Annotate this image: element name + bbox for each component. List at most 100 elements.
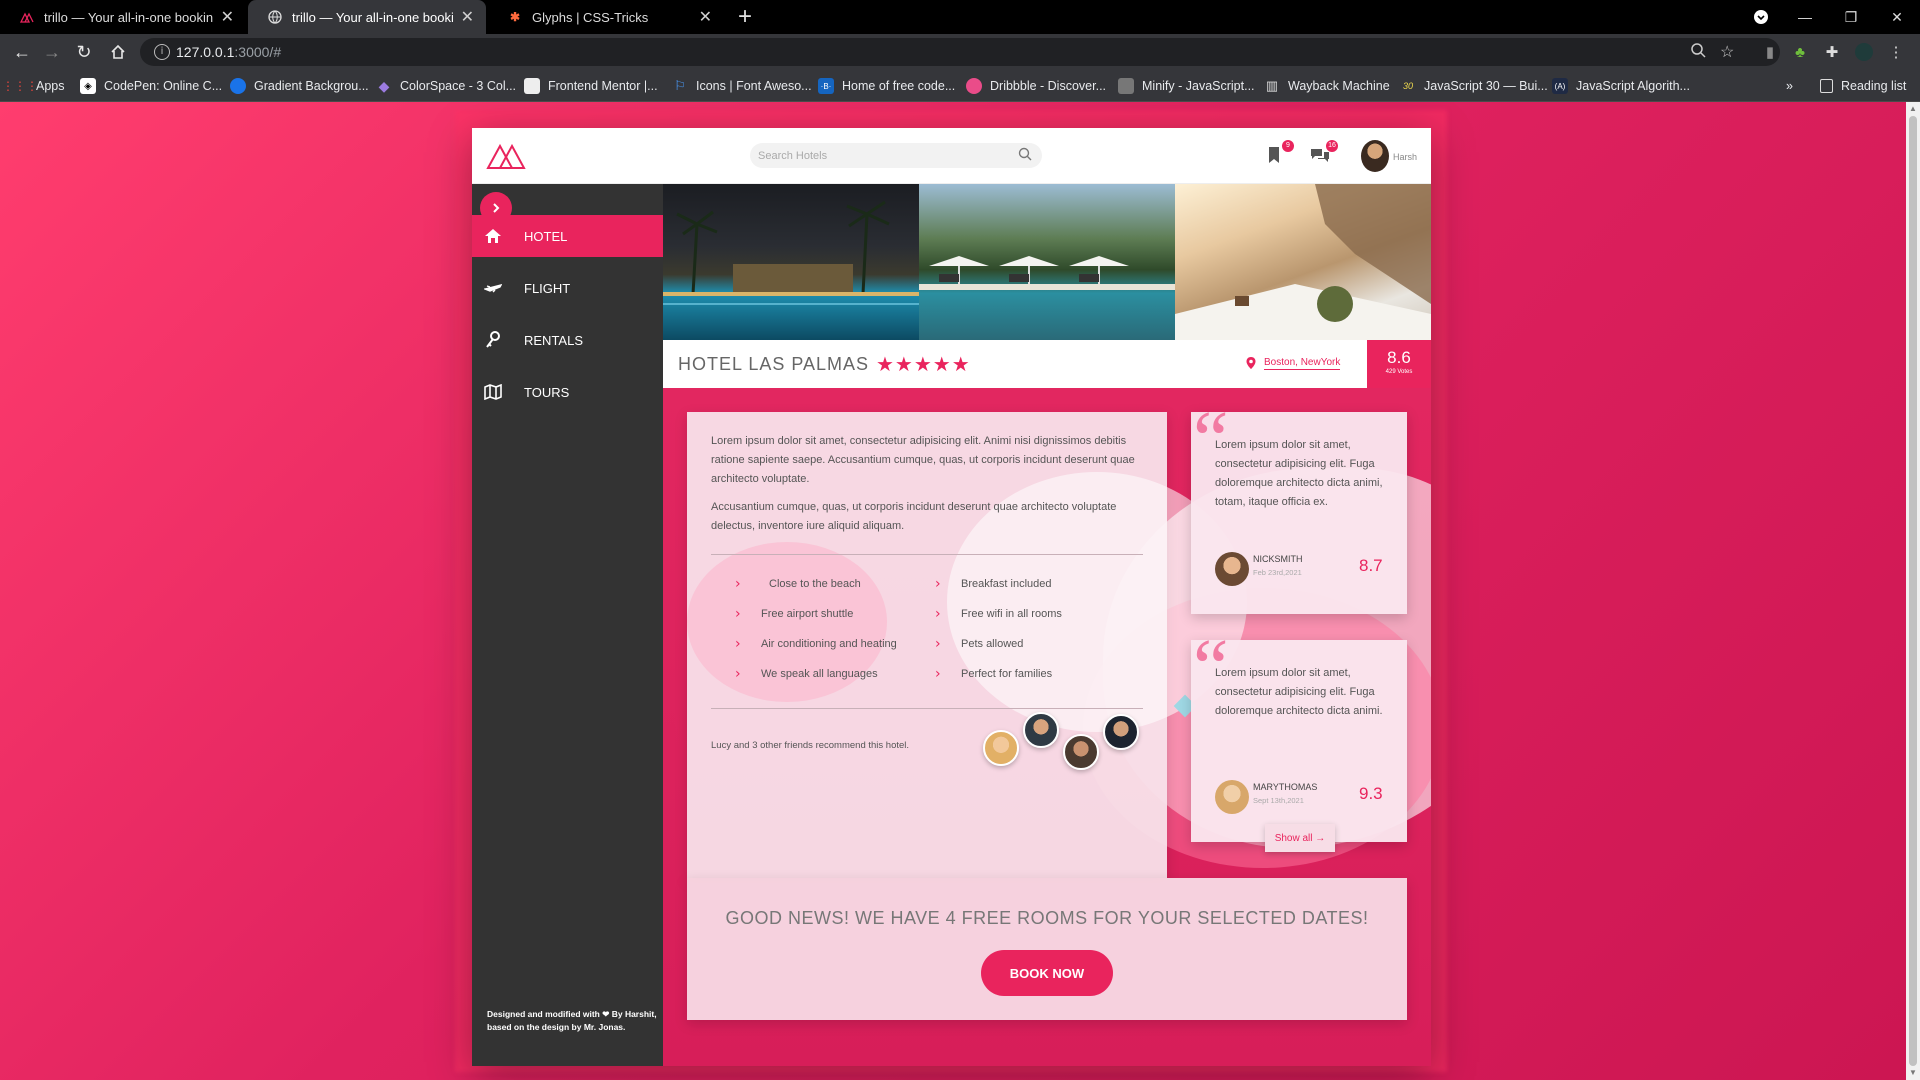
feature-item: › We speak all languages bbox=[735, 666, 878, 682]
book-now-button[interactable]: BOOK NOW bbox=[981, 950, 1113, 996]
back-button[interactable]: ← bbox=[10, 40, 34, 64]
hotel-location-link[interactable]: Boston, NewYork bbox=[1264, 357, 1341, 370]
feature-item: › Free wifi in all rooms bbox=[935, 606, 1062, 622]
sidebar-item-label: HOTEL bbox=[524, 228, 568, 244]
hotel-rating-box: 8.6 429 Votes bbox=[1367, 340, 1431, 388]
bookmark-frontend-mentor[interactable]: Frontend Mentor |... bbox=[524, 76, 658, 96]
sidebar-item-label: FLIGHT bbox=[524, 280, 571, 296]
bookmark-minify[interactable]: Minify - JavaScript... bbox=[1118, 76, 1255, 96]
star-rating: ★★★★★ bbox=[876, 354, 971, 376]
feature-item: › Perfect for families bbox=[935, 666, 1053, 682]
browser-tab[interactable]: trillo — Your all-in-one booking ✕ bbox=[0, 0, 246, 34]
scroll-down-icon[interactable]: ▼ bbox=[1909, 1068, 1917, 1077]
restore-button[interactable]: ❐ bbox=[1828, 0, 1874, 34]
chevron-right-icon: › bbox=[935, 666, 941, 682]
friend-avatar[interactable] bbox=[1103, 714, 1139, 750]
bookmark-dribbble[interactable]: Dribbble - Discover... bbox=[966, 76, 1106, 96]
extension-tree-icon[interactable]: ♣ bbox=[1790, 42, 1810, 62]
css-tricks-icon: ✱ bbox=[509, 10, 521, 24]
profile-download-icon[interactable] bbox=[1738, 0, 1784, 34]
more-bookmarks-icon[interactable]: » bbox=[1786, 76, 1793, 96]
divider bbox=[711, 708, 1143, 709]
bookmark-javascript30[interactable]: 30 JavaScript 30 — Bui... bbox=[1400, 76, 1548, 96]
omnibox[interactable]: i 127.0.0.1:3000/# ☆ bbox=[140, 38, 1780, 66]
bookmarks-bar: ⋮⋮⋮ Apps ◈ CodePen: Online C... Gradient B… bbox=[0, 70, 1920, 102]
hotel-gallery bbox=[663, 184, 1431, 340]
freecodecamp-icon: ·B· bbox=[818, 78, 834, 94]
gradient-icon bbox=[230, 78, 246, 94]
reload-button[interactable]: ↻ bbox=[72, 40, 96, 64]
plane-icon bbox=[484, 279, 502, 297]
reading-list-button[interactable]: Reading list bbox=[1820, 76, 1906, 96]
profile-avatar-icon[interactable] bbox=[1854, 42, 1874, 62]
bookmark-gradient[interactable]: Gradient Backgrou... bbox=[230, 76, 369, 96]
search-input[interactable] bbox=[758, 146, 1008, 165]
scroll-up-icon[interactable]: ▲ bbox=[1909, 104, 1917, 113]
bookmark-freecodecamp[interactable]: ·B· Home of free code... bbox=[818, 76, 955, 96]
friend-avatar[interactable] bbox=[1063, 734, 1099, 770]
chevron-right-icon: › bbox=[735, 606, 741, 622]
apps-grid-icon: ⋮⋮⋮ bbox=[2, 79, 38, 93]
js-algorithms-icon: (A) bbox=[1552, 78, 1568, 94]
address-bar-row: ← → ↻ i 127.0.0.1:3000/# ☆ ▮ ♣ ✚ ⋮ bbox=[0, 34, 1920, 70]
bookmark-wayback[interactable]: ▥ Wayback Machine bbox=[1264, 76, 1390, 96]
close-window-button[interactable]: ✕ bbox=[1874, 0, 1920, 34]
hotel-description-card: Lorem ipsum dolor sit amet, consectetur … bbox=[687, 412, 1247, 878]
bookmark-star-icon[interactable]: ☆ bbox=[1720, 42, 1734, 62]
friends-recommend-text: Lucy and 3 other friends recommend this … bbox=[711, 740, 910, 751]
wayback-icon: ▥ bbox=[1265, 78, 1279, 93]
hotel-rating-value: 8.6 bbox=[1387, 348, 1411, 367]
forward-button[interactable]: → bbox=[40, 40, 64, 64]
review-text: Lorem ipsum dolor sit amet, consectetur … bbox=[1215, 667, 1383, 717]
new-tab-button[interactable]: + bbox=[738, 3, 752, 31]
browser-tab-active[interactable]: trillo — Your all-in-one booking ✕ bbox=[248, 0, 486, 34]
feature-item: › Pets allowed bbox=[935, 636, 1024, 652]
extension-icon[interactable]: ▮ bbox=[1760, 42, 1780, 62]
scrollbar-thumb[interactable] bbox=[1909, 116, 1917, 1066]
chevron-right-icon: › bbox=[935, 576, 941, 592]
site-info-icon[interactable]: i bbox=[154, 44, 170, 60]
bookmark-colorspace[interactable]: ◆ ColorSpace - 3 Col... bbox=[376, 76, 516, 96]
user-name[interactable]: Harsh bbox=[1393, 152, 1417, 162]
search-icon[interactable] bbox=[1018, 147, 1034, 163]
close-tab-icon[interactable]: ✕ bbox=[461, 7, 474, 27]
url-text[interactable]: 127.0.0.1:3000/# bbox=[176, 44, 281, 60]
bookmarks-button[interactable]: 9 bbox=[1266, 140, 1294, 168]
javascript30-icon: 30 bbox=[1402, 81, 1413, 91]
zoom-icon[interactable] bbox=[1690, 42, 1706, 63]
sidebar: HOTEL FLIGHT RENTALS TOURS Designed and … bbox=[472, 184, 663, 1066]
sidebar-item-flight[interactable]: FLIGHT bbox=[472, 267, 663, 309]
review-card: “ Lorem ipsum dolor sit amet, consectetu… bbox=[1191, 412, 1407, 614]
sidebar-item-tours[interactable]: TOURS bbox=[472, 371, 663, 413]
trillo-logo-icon bbox=[20, 10, 34, 24]
page-scrollbar[interactable]: ▲ ▼ bbox=[1906, 102, 1920, 1080]
trillo-logo-icon[interactable] bbox=[486, 142, 526, 175]
bookmark-codepen[interactable]: ◈ CodePen: Online C... bbox=[80, 76, 222, 96]
friend-avatar[interactable] bbox=[983, 730, 1019, 766]
booking-cta: GOOD NEWS! WE HAVE 4 FREE ROOMS FOR YOUR… bbox=[687, 878, 1407, 1020]
tab-title: Glyphs | CSS-Tricks bbox=[532, 9, 649, 25]
extensions-puzzle-icon[interactable]: ✚ bbox=[1822, 42, 1842, 62]
home-icon-button[interactable] bbox=[106, 40, 130, 64]
bookmark-apps[interactable]: ⋮⋮⋮ Apps bbox=[2, 76, 65, 96]
chevron-right-icon: › bbox=[935, 636, 941, 652]
close-tab-icon[interactable]: ✕ bbox=[221, 7, 234, 27]
user-avatar[interactable] bbox=[1361, 140, 1389, 172]
show-all-reviews-button[interactable]: Show all → bbox=[1265, 824, 1335, 852]
browser-menu-icon[interactable]: ⋮ bbox=[1886, 42, 1906, 62]
review-card: “ Lorem ipsum dolor sit amet, consectetu… bbox=[1191, 640, 1407, 842]
friend-avatar[interactable] bbox=[1023, 712, 1059, 748]
sidebar-item-hotel[interactable]: HOTEL bbox=[472, 215, 663, 257]
minimize-button[interactable]: — bbox=[1782, 0, 1828, 34]
map-icon bbox=[484, 383, 502, 401]
close-tab-icon[interactable]: ✕ bbox=[699, 7, 712, 27]
chevron-right-icon: › bbox=[735, 636, 741, 652]
reviewer-avatar bbox=[1215, 552, 1249, 586]
search-bar bbox=[750, 143, 1042, 168]
bookmark-font-awesome[interactable]: ⚐ Icons | Font Aweso... bbox=[672, 76, 811, 96]
bookmark-js-algorithms[interactable]: (A) JavaScript Algorith... bbox=[1552, 76, 1690, 96]
chat-button[interactable]: 16 bbox=[1310, 140, 1338, 168]
description-paragraph: Lorem ipsum dolor sit amet, consectetur … bbox=[711, 435, 1135, 485]
browser-tab[interactable]: ✱ Glyphs | CSS-Tricks ✕ bbox=[488, 0, 724, 34]
sidebar-item-rentals[interactable]: RENTALS bbox=[472, 319, 663, 361]
